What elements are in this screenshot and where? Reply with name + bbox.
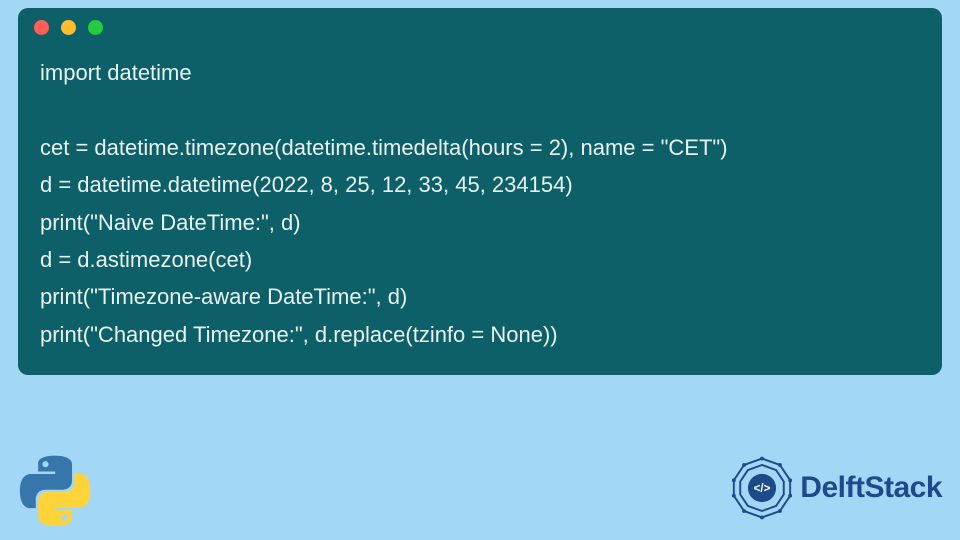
code-block: import datetime cet = datetime.timezone(…	[18, 46, 942, 361]
delftstack-brand-text: DelftStack	[800, 471, 942, 505]
window-titlebar	[18, 8, 942, 46]
delftstack-brand: </> DelftStack	[730, 456, 942, 520]
minimize-dot-icon	[61, 20, 76, 35]
close-dot-icon	[34, 20, 49, 35]
python-logo-icon	[18, 454, 92, 528]
maximize-dot-icon	[88, 20, 103, 35]
delftstack-logo-icon: </>	[730, 456, 794, 520]
svg-text:</>: </>	[754, 483, 771, 495]
code-card: import datetime cet = datetime.timezone(…	[18, 8, 942, 375]
